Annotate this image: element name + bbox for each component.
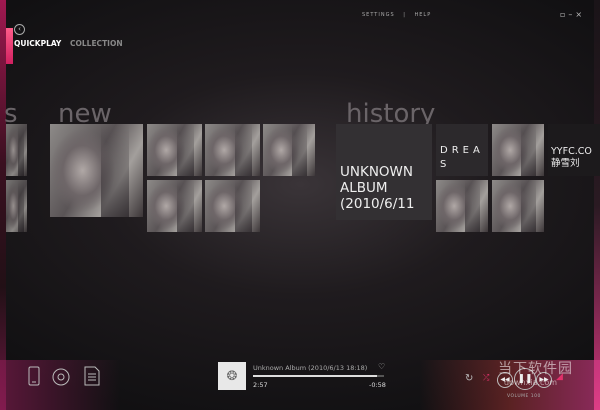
album-art-icon: ❂ [226, 368, 238, 384]
album-tile[interactable] [436, 180, 488, 232]
album-tile[interactable] [205, 180, 260, 232]
track-title: Unknown Album (2010/6/13 18:18) [253, 364, 368, 372]
elapsed-time: 2:57 [253, 381, 268, 389]
settings-link[interactable]: SETTINGS [362, 12, 395, 18]
document-icon[interactable] [84, 366, 100, 390]
repeat-icon[interactable]: ↻ [465, 373, 473, 384]
favorite-heart-icon[interactable]: ♡ [378, 362, 385, 371]
album-tile[interactable] [147, 124, 202, 176]
right-edge-glow [594, 0, 600, 410]
phone-icon[interactable] [28, 366, 40, 390]
top-links: SETTINGS | HELP [362, 12, 437, 18]
history-yy-tile[interactable]: YYFC.CO 静雪刘 [548, 124, 600, 176]
back-button[interactable]: ‹ [14, 24, 25, 35]
watermark-cn: 当下软件园 [498, 361, 573, 377]
watermark-en: downxia.com [504, 378, 558, 387]
album-tile-large[interactable] [50, 124, 143, 217]
progress-bar[interactable] [253, 375, 384, 377]
album-tile[interactable] [6, 124, 27, 176]
history-dream-title: DREA S [440, 145, 484, 170]
history-album-tile[interactable]: UNKNOWN ALBUM (2010/6/11 [336, 124, 432, 220]
history-dream-tile[interactable]: DREA S [436, 124, 488, 176]
album-tile[interactable] [492, 180, 544, 232]
history-yy-title: YYFC.CO 静雪刘 [551, 146, 592, 169]
window-controls: ▫–× [560, 10, 585, 19]
now-playing-art[interactable]: ❂ [218, 362, 246, 390]
disc-icon[interactable] [52, 368, 70, 390]
help-link[interactable]: HELP [415, 12, 432, 18]
tab-collection[interactable]: COLLECTION [70, 39, 123, 48]
progress-fill [253, 375, 378, 377]
watermark: 当下软件园 downxia.com [480, 356, 588, 402]
back-arrow-icon: ‹ [18, 25, 21, 33]
close-icon[interactable]: × [575, 10, 585, 19]
separator: | [403, 12, 406, 18]
album-tile[interactable] [263, 124, 315, 176]
album-tile[interactable] [147, 180, 202, 232]
album-tile[interactable] [6, 180, 27, 232]
main-nav: QUICKPLAY COLLECTION [14, 39, 123, 48]
album-tile[interactable] [205, 124, 260, 176]
remaining-time: -0:58 [369, 381, 386, 389]
tab-quickplay[interactable]: QUICKPLAY [14, 39, 61, 48]
accent-tab [6, 28, 13, 64]
history-album-title: UNKNOWN ALBUM (2010/6/11 [340, 164, 415, 212]
album-tile[interactable] [492, 124, 544, 176]
